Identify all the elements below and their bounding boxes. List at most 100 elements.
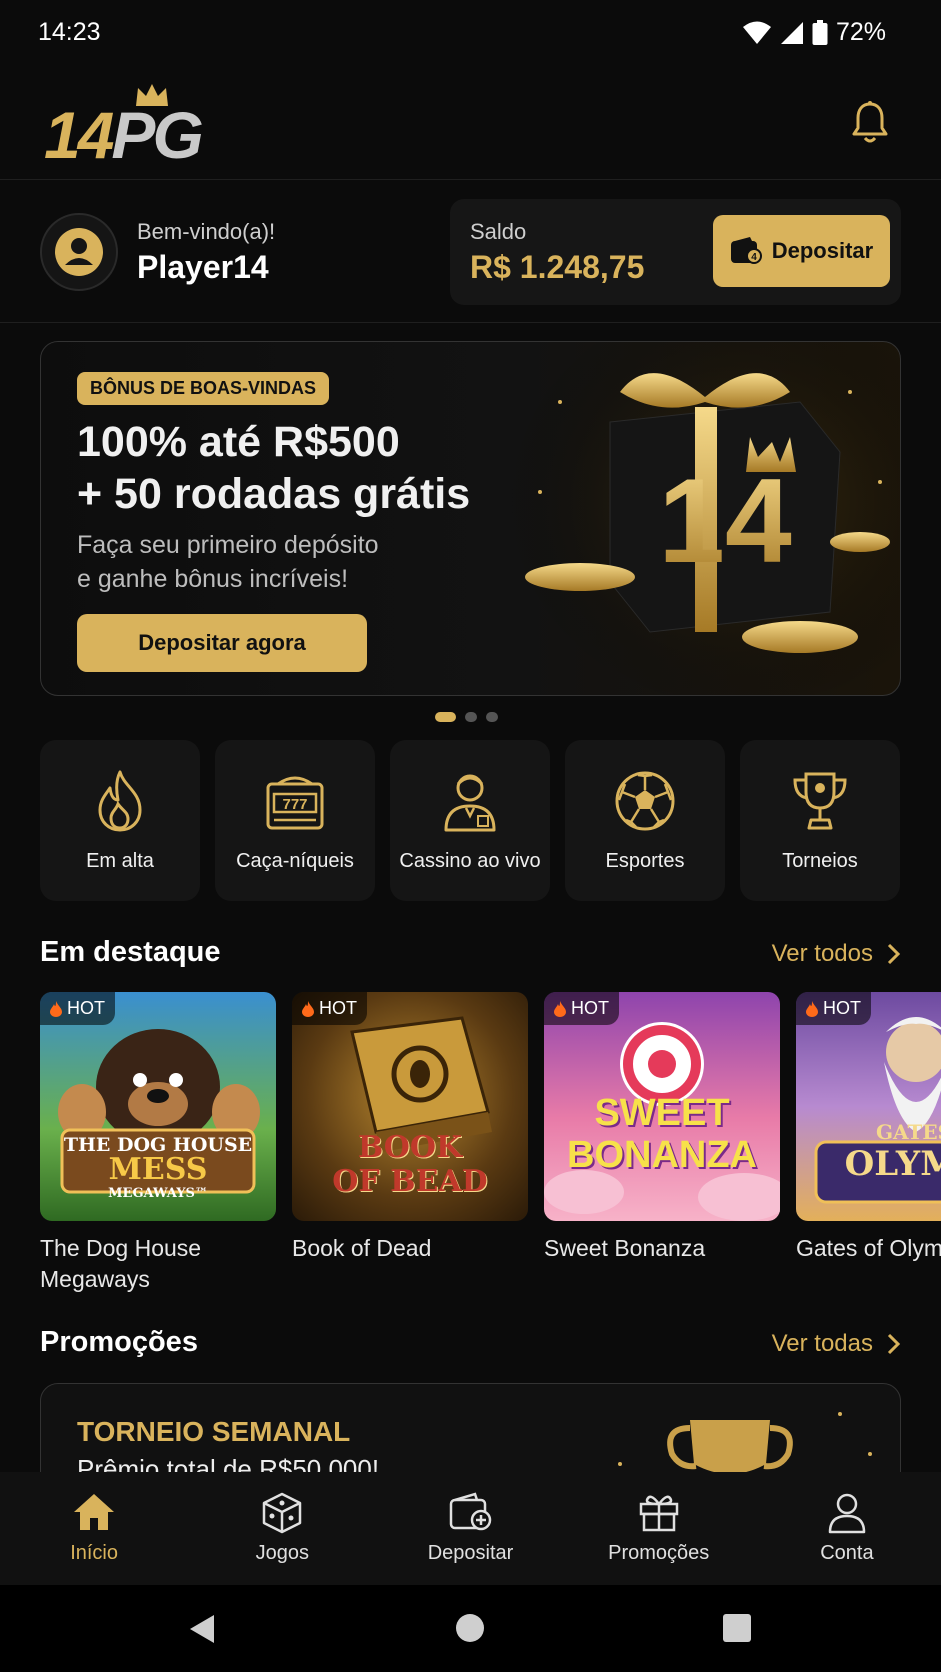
- banner-title: 100% até R$500 + 50 rodadas grátis: [77, 418, 471, 518]
- nav-label: Jogos: [255, 1542, 309, 1564]
- game-card[interactable]: SWEET BONANZA HOT Sweet Bonanza: [544, 992, 780, 1302]
- nav-label: Início: [70, 1542, 118, 1564]
- promotions-see-all-link[interactable]: Ver todas: [772, 1330, 901, 1358]
- logo-text: 14PG: [44, 98, 204, 172]
- avatar[interactable]: [40, 213, 118, 291]
- promotions-section-title: Promoções: [40, 1326, 198, 1358]
- status-bar: 14:23 72%: [0, 0, 941, 70]
- user-bar: Bem-vindo(a)! Player14 Saldo R$ 1.248,75…: [0, 181, 941, 323]
- deposit-button[interactable]: 4 Depositar: [713, 215, 890, 287]
- dealer-icon: [444, 774, 496, 832]
- nav-label: Depositar: [427, 1542, 514, 1564]
- nav-deposit[interactable]: Depositar: [376, 1472, 564, 1585]
- hot-badge: HOT: [292, 992, 367, 1025]
- home-circle-icon[interactable]: [455, 1613, 485, 1643]
- category-sports[interactable]: Esportes: [565, 740, 725, 901]
- hot-badge: HOT: [544, 992, 619, 1025]
- game-thumbnail: GATES OLYMP HOT: [796, 992, 941, 1221]
- balance-value: R$ 1.248,75: [470, 249, 645, 285]
- banner-pagination: [435, 712, 498, 722]
- game-thumbnail: THE DOG HOUSE MESS MEGAWAYS™ HOT: [40, 992, 276, 1221]
- category-label: Cassino ao vivo: [399, 850, 541, 872]
- featured-section-title: Em destaque: [40, 936, 221, 968]
- nav-label: Conta: [820, 1542, 874, 1564]
- balance-label: Saldo: [470, 219, 527, 244]
- flame-icon: [98, 770, 142, 832]
- banner-subtitle: Faça seu primeiro depósito e ganhe bônus…: [77, 531, 379, 593]
- game-name: Book of Dead: [292, 1235, 432, 1261]
- featured-games-carousel: THE DOG HOUSE MESS MEGAWAYS™ HOT The Dog…: [40, 992, 941, 1302]
- gift-icon: [639, 1495, 678, 1532]
- deposit-button-label: Depositar: [771, 238, 874, 263]
- hot-badge: HOT: [796, 992, 871, 1025]
- wallet-plus-icon: [449, 1492, 491, 1531]
- trophy-icon: [793, 772, 847, 830]
- signal-icon: [780, 21, 803, 44]
- svg-text:777: 777: [282, 796, 307, 813]
- logo[interactable]: 14PG: [44, 82, 224, 172]
- chevron-right-icon: [887, 1333, 901, 1355]
- nav-account[interactable]: Conta: [753, 1472, 941, 1585]
- pagination-dot-2[interactable]: [465, 712, 477, 722]
- battery-percentage: 72%: [835, 18, 886, 46]
- app-header: 14PG: [0, 70, 941, 180]
- notifications-button[interactable]: [851, 100, 889, 149]
- system-navigation-bar: [0, 1585, 941, 1672]
- dice-icon: [263, 1492, 302, 1534]
- see-all-label: Ver todas: [771, 1330, 873, 1357]
- nav-promotions[interactable]: Promoções: [565, 1472, 753, 1585]
- user-avatar-icon: [55, 228, 103, 276]
- fire-icon: [806, 1000, 818, 1017]
- featured-see-all-link[interactable]: Ver todos: [772, 940, 901, 968]
- fire-icon: [302, 1000, 314, 1017]
- balance-card: Saldo R$ 1.248,75 4 Depositar: [450, 199, 901, 305]
- fire-icon: [50, 1000, 62, 1017]
- nav-label: Promoções: [608, 1542, 710, 1564]
- gates-of-olympus-art: [814, 1017, 941, 1204]
- game-card[interactable]: GATES OLYMP HOT Gates of Olympus: [796, 992, 941, 1302]
- promo-title: TORNEIO SEMANAL: [77, 1416, 351, 1447]
- slot-machine-icon: 777: [266, 776, 324, 830]
- category-slots[interactable]: 777 Caça-níqueis: [215, 740, 375, 901]
- recents-icon[interactable]: [722, 1613, 752, 1643]
- category-label: Esportes: [605, 850, 685, 872]
- wifi-icon: [742, 21, 771, 44]
- svg-text:4: 4: [751, 252, 757, 263]
- category-label: Torneios: [782, 850, 858, 872]
- category-label: Caça-níqueis: [236, 850, 354, 872]
- see-all-label: Ver todos: [771, 940, 873, 967]
- wallet-icon: 4: [730, 237, 762, 264]
- deposit-now-button[interactable]: Depositar agora: [77, 614, 367, 672]
- game-thumbnail: SWEET BONANZA HOT: [544, 992, 780, 1221]
- game-thumbnail: BOOK OF BEAD HOT: [292, 992, 528, 1221]
- user-icon: [828, 1493, 866, 1534]
- game-name: Sweet Bonanza: [544, 1235, 706, 1261]
- hot-badge: HOT: [40, 992, 115, 1025]
- nav-home[interactable]: Início: [0, 1472, 188, 1585]
- game-name: Gates of Olympus: [796, 1235, 941, 1261]
- pagination-dot-1[interactable]: [435, 712, 456, 722]
- category-shortcuts: Em alta 777 Caça-níqueis Cassino ao vivo…: [40, 740, 901, 901]
- pagination-dot-3[interactable]: [486, 712, 498, 722]
- chevron-right-icon: [887, 943, 901, 965]
- game-name: The Dog House Megaways: [40, 1235, 202, 1292]
- nav-games[interactable]: Jogos: [188, 1472, 376, 1585]
- category-tournaments[interactable]: Torneios: [740, 740, 900, 901]
- gift-box-illustration: 14: [500, 342, 900, 695]
- bell-icon: [852, 101, 888, 143]
- game-card[interactable]: THE DOG HOUSE MESS MEGAWAYS™ HOT The Dog…: [40, 992, 276, 1302]
- welcome-bonus-banner[interactable]: BÔNUS DE BOAS-VINDAS 100% até R$500 + 50…: [40, 341, 901, 696]
- status-icons: 72%: [742, 18, 886, 47]
- player-name: Player14: [137, 249, 269, 285]
- status-time: 14:23: [38, 18, 101, 46]
- battery-icon: [812, 19, 828, 45]
- home-icon: [74, 1494, 115, 1530]
- game-card[interactable]: BOOK OF BEAD HOT Book of Dead: [292, 992, 528, 1302]
- back-icon[interactable]: [186, 1613, 218, 1645]
- fire-icon: [554, 1000, 566, 1017]
- category-label: Em alta: [86, 850, 154, 872]
- category-live-casino[interactable]: Cassino ao vivo: [390, 740, 550, 901]
- svg-text:14: 14: [658, 454, 792, 588]
- category-trending[interactable]: Em alta: [40, 740, 200, 901]
- soccer-ball-icon: [615, 771, 675, 831]
